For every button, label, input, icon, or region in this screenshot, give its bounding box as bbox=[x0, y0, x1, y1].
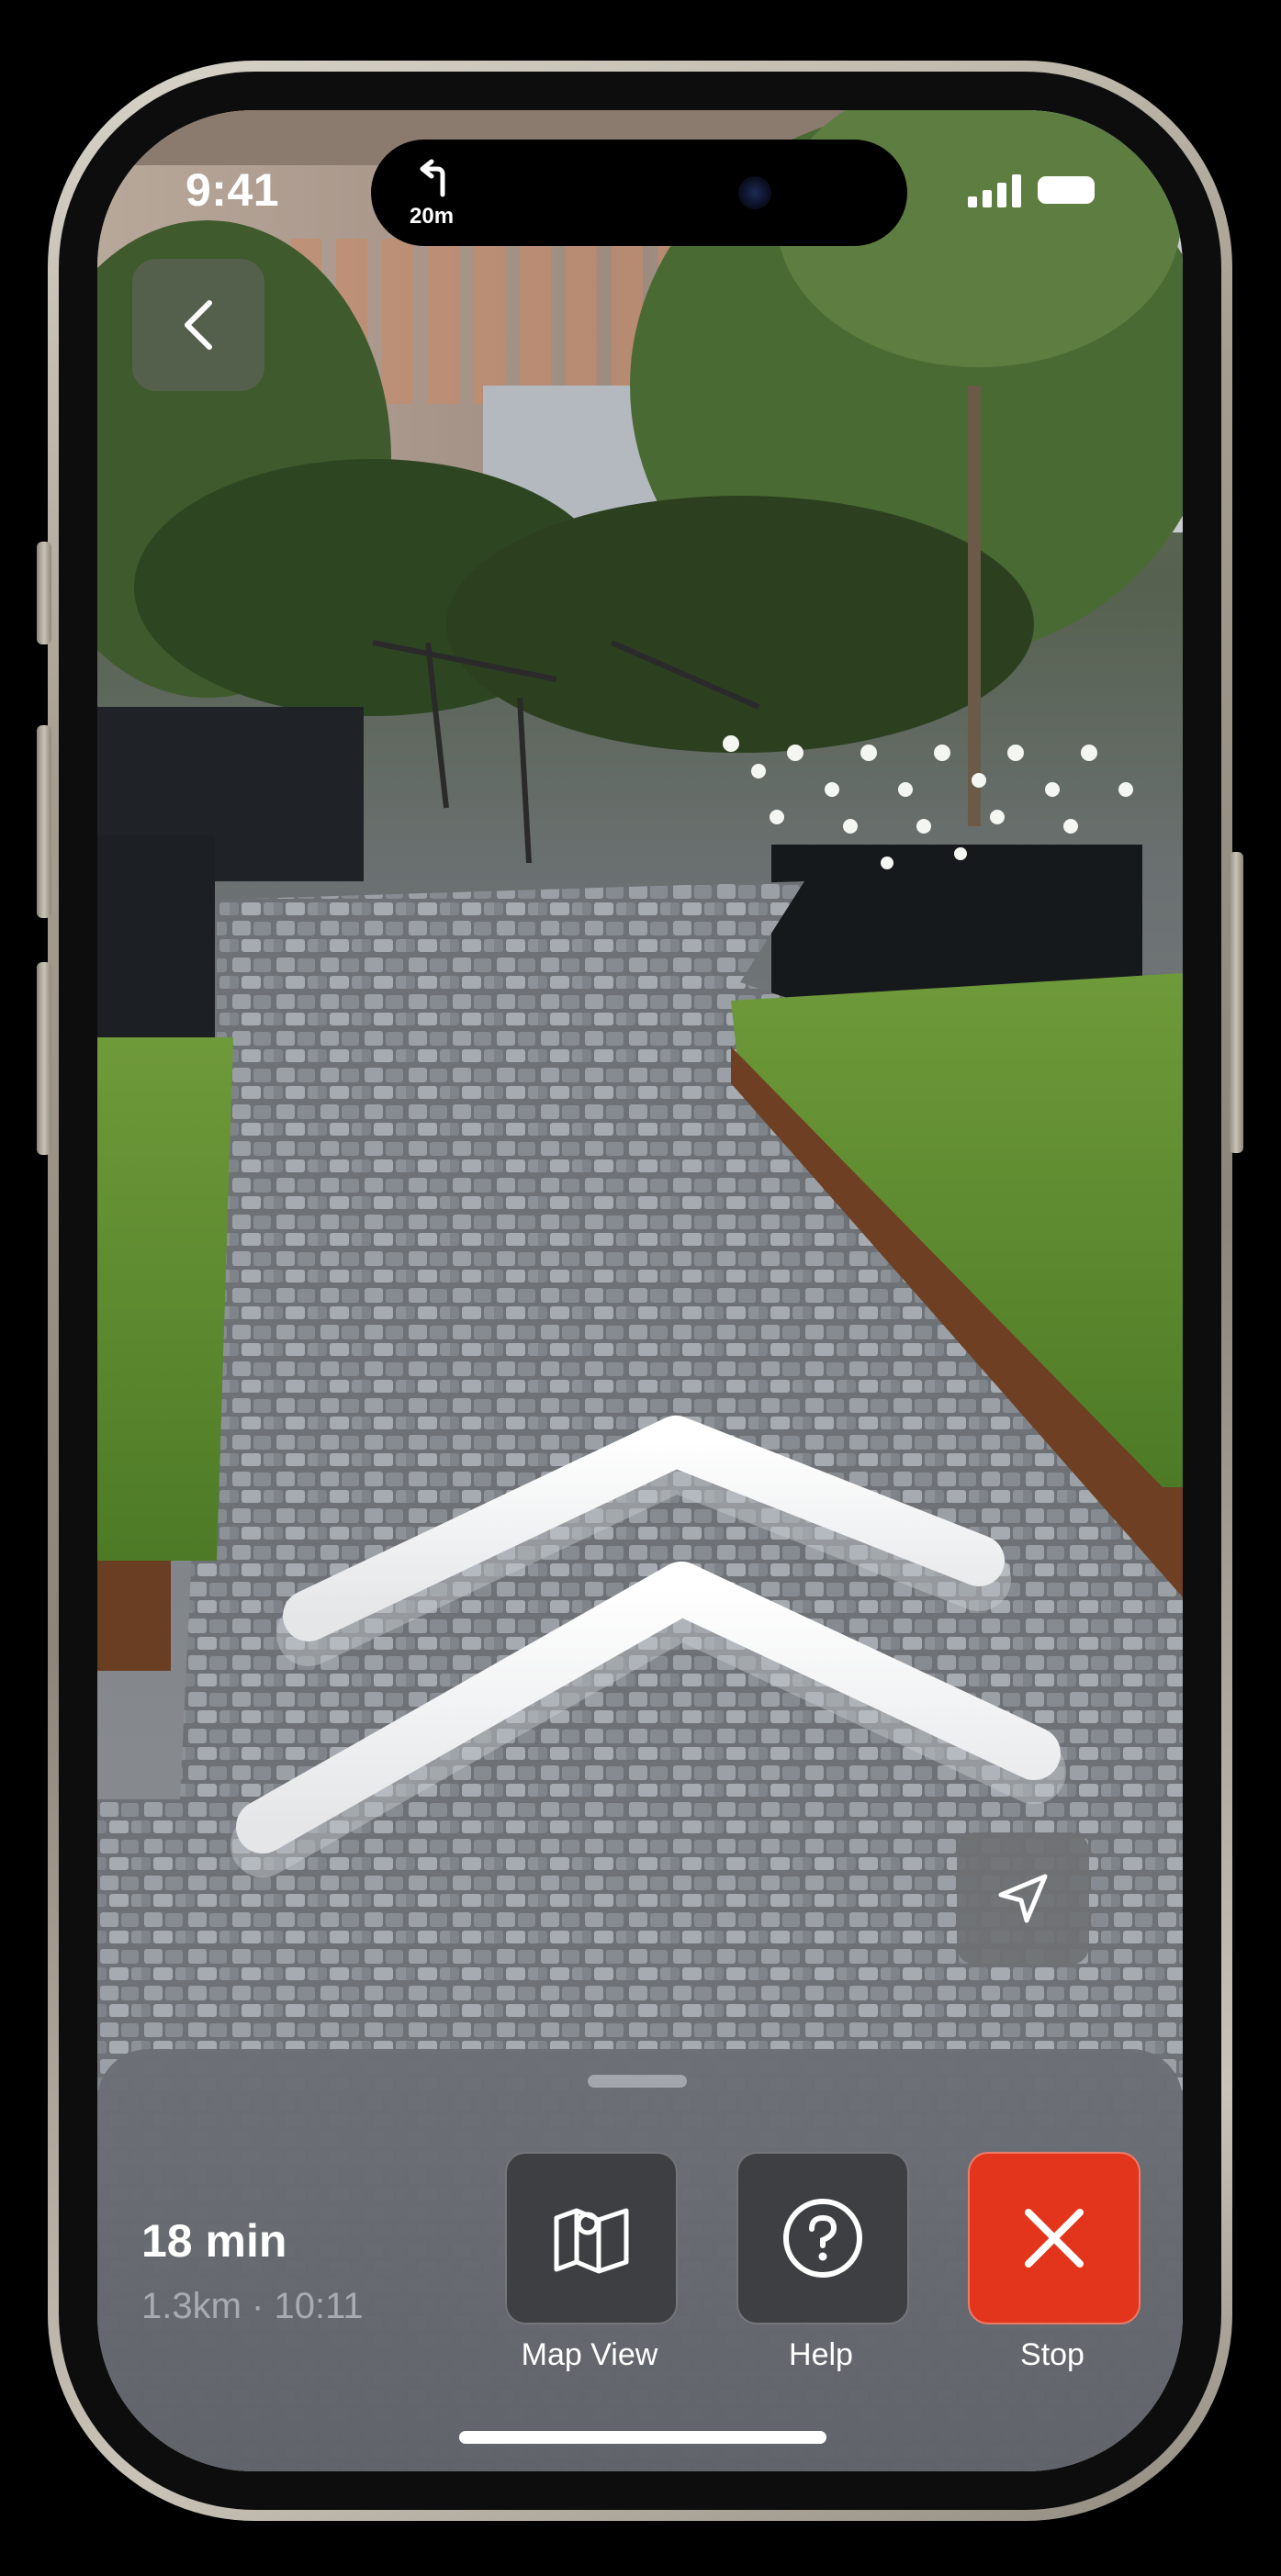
cellular-signal-icon bbox=[968, 174, 1021, 207]
map-view-label: Map View bbox=[521, 2337, 658, 2372]
stop-label: Stop bbox=[1020, 2337, 1084, 2372]
help-label: Help bbox=[789, 2337, 853, 2372]
status-time: 9:41 bbox=[185, 164, 280, 216]
volume-up-button bbox=[37, 725, 51, 918]
trip-bottom-sheet: 18 min 1.3km · 10:11 Map View Help Stop bbox=[97, 2049, 1183, 2471]
turn-left-icon bbox=[420, 159, 445, 197]
front-camera bbox=[738, 176, 771, 209]
action-button bbox=[37, 542, 51, 644]
back-button[interactable] bbox=[132, 259, 264, 391]
close-icon bbox=[1025, 2209, 1084, 2268]
stop-button[interactable] bbox=[968, 2152, 1141, 2324]
trip-distance-arrival: 1.3km · 10:11 bbox=[141, 2286, 364, 2326]
home-indicator[interactable] bbox=[459, 2431, 826, 2444]
sheet-grabber[interactable] bbox=[588, 2075, 687, 2088]
location-arrow-icon bbox=[998, 1874, 1048, 1923]
volume-down-button bbox=[37, 962, 51, 1155]
map-view-button[interactable] bbox=[505, 2152, 678, 2324]
question-icon bbox=[783, 2199, 862, 2278]
power-button bbox=[1229, 852, 1243, 1153]
recenter-button[interactable] bbox=[957, 1832, 1089, 1965]
dynamic-island: 20m bbox=[371, 140, 907, 246]
screen: 9:41 20m 18 min 1.3km · 10:11 Map View H… bbox=[97, 110, 1183, 2471]
battery-icon bbox=[1038, 176, 1095, 204]
next-turn-distance: 20m bbox=[410, 204, 455, 229]
trip-eta: 18 min bbox=[141, 2215, 287, 2267]
map-icon bbox=[554, 2208, 629, 2274]
chevron-left-icon bbox=[185, 300, 212, 350]
help-button[interactable] bbox=[736, 2152, 909, 2324]
